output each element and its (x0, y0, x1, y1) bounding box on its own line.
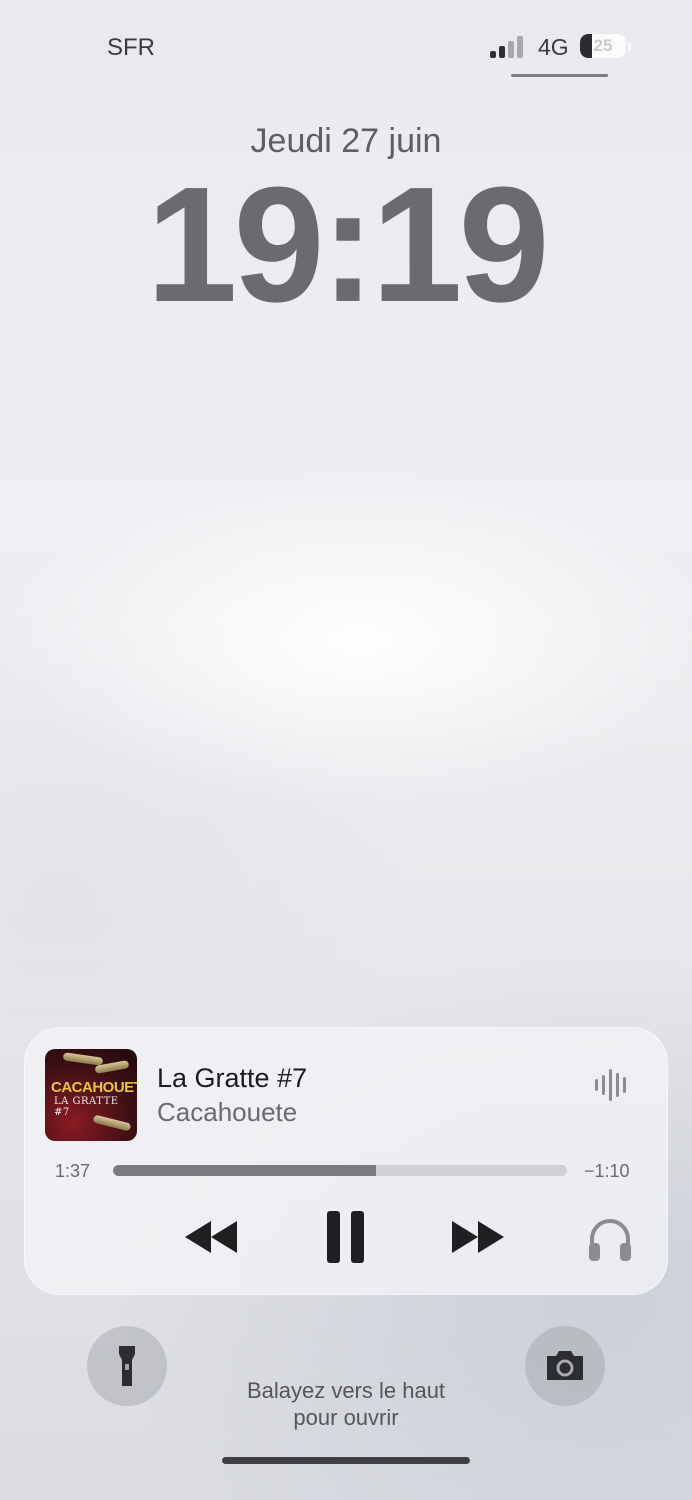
carrier-name: SFR (107, 34, 155, 61)
lock-time: 19:19 (146, 153, 549, 336)
playback-progress (113, 1165, 377, 1176)
cellular-signal-icon (490, 36, 528, 58)
fast-forward-button[interactable] (452, 1217, 508, 1257)
home-indicator[interactable] (222, 1457, 470, 1464)
network-type: 4G (538, 34, 569, 60)
signal-bar (508, 41, 514, 58)
rewind-icon (185, 1221, 237, 1253)
artwork-bullet (62, 1052, 104, 1066)
signal-bar (490, 51, 496, 58)
track-title: La Gratte #7 (157, 1063, 308, 1093)
playback-scrubber[interactable] (113, 1165, 567, 1176)
signal-bar (499, 46, 505, 58)
status-bar: SFR 4G 25 (0, 0, 692, 90)
signal-bar (517, 36, 523, 58)
headphones-icon (589, 1219, 631, 1261)
swipe-up-hint: Balayez vers le haut pour ouvrir (0, 1377, 692, 1431)
waveform-icon[interactable] (595, 1067, 631, 1103)
audio-output-button[interactable] (586, 1213, 634, 1263)
pause-icon (327, 1211, 364, 1263)
battery-icon: 25 (580, 34, 626, 58)
battery-nub (628, 42, 631, 51)
track-artist: Cacahouete (157, 1097, 298, 1127)
pause-button[interactable] (325, 1211, 367, 1263)
control-center-indicator[interactable] (511, 74, 608, 77)
elapsed-time: 1:37 (55, 1161, 91, 1181)
album-artwork[interactable]: CACAHOUETE LA GRATTE #7 (45, 1049, 137, 1141)
swipe-hint-line-1: Balayez vers le haut (246, 1378, 446, 1403)
artwork-title: CACAHOUETE (51, 1079, 137, 1096)
battery-percent: 25 (593, 36, 613, 55)
fast-forward-icon (452, 1221, 504, 1253)
swipe-hint-line-2: pour ouvrir (293, 1405, 399, 1430)
artwork-subtitle: LA GRATTE #7 (54, 1096, 119, 1118)
remaining-time: −1:10 (584, 1161, 630, 1181)
now-playing-widget: CACAHOUETE LA GRATTE #7 La Gratte #7 Cac… (24, 1027, 668, 1295)
rewind-button[interactable] (185, 1217, 241, 1257)
